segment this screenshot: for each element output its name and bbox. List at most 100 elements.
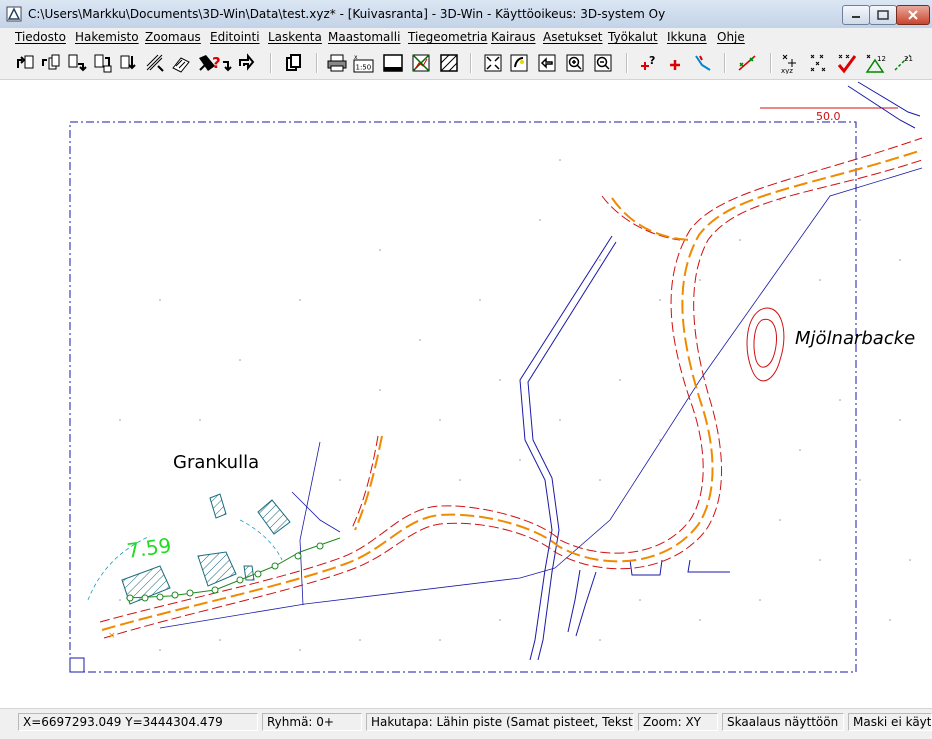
menu-ikkuna[interactable]: Ikkuna: [667, 30, 707, 44]
toolbar-separator: [470, 53, 472, 73]
hatch-edit-icon: [146, 54, 164, 72]
close-icon: [908, 10, 918, 20]
status-mask: Maski ei käytössä: [848, 713, 932, 731]
menu-bar: Tiedosto Hakemisto Zoomaus Editointi Las…: [0, 28, 932, 47]
status-coordinates: X=6697293.049 Y=3444304.479: [18, 713, 258, 731]
print-scale-button[interactable]: 1:50 x: [352, 52, 374, 74]
close-button[interactable]: [896, 5, 930, 25]
printer-icon: [327, 54, 347, 72]
scale-label: 50.0: [816, 110, 841, 123]
reverse-order-icon: 21: [894, 54, 913, 71]
print-button[interactable]: [326, 52, 348, 74]
zoom-out-icon: [594, 54, 612, 72]
arrow-left-icon: [538, 54, 556, 72]
hatch-fill-icon: [172, 57, 190, 73]
import-icon: [120, 55, 136, 70]
menu-ohje[interactable]: Ohje: [717, 30, 745, 44]
toolbar-separator: [316, 53, 318, 73]
status-bar: X=6697293.049 Y=3444304.479 Ryhmä: 0+ Ha…: [0, 708, 932, 739]
line-points-button[interactable]: [736, 52, 758, 74]
open-file-button[interactable]: [14, 52, 36, 74]
draw-line-icon: [695, 55, 711, 71]
menu-laskenta[interactable]: Laskenta: [268, 30, 322, 44]
point-marker-icon: ×: [108, 631, 116, 641]
menu-tyokalut[interactable]: Työkalut: [608, 30, 658, 44]
hatch-edit-button[interactable]: [144, 52, 166, 74]
minimize-icon: [852, 16, 860, 18]
restore-icon: [877, 10, 889, 20]
open-project-button[interactable]: [40, 52, 62, 74]
hill-contours: [746, 307, 785, 382]
map-sheet-button[interactable]: [410, 52, 432, 74]
menu-tiegeometria[interactable]: Tiegeometria: [408, 30, 487, 44]
toolbar-separator: [770, 53, 772, 73]
maximize-button[interactable]: [869, 5, 897, 25]
map-sheet-icon: [412, 54, 430, 72]
add-point-icon: ?: [641, 54, 655, 70]
hatch-fill-button[interactable]: [170, 52, 192, 74]
menu-asetukset[interactable]: Asetukset: [543, 30, 602, 44]
zoom-previous-button[interactable]: [536, 52, 558, 74]
toolbar: ? 1:50 x ? xyz 12 21: [0, 47, 932, 80]
open-file-icon: [17, 55, 34, 69]
app-icon: [6, 6, 22, 22]
zoom-extents-icon: [484, 54, 502, 72]
check-icon: [837, 54, 857, 74]
query-button[interactable]: ?: [210, 52, 232, 74]
plot-boundary: [87, 519, 283, 601]
redo-button[interactable]: [236, 52, 258, 74]
menu-zoomaus[interactable]: Zoomaus: [145, 30, 201, 44]
map-canvas[interactable]: 50.0 × Grankulla Mjölnarbacke 7.59: [0, 80, 932, 708]
toolbar-separator: [270, 53, 272, 73]
save-file-button[interactable]: [66, 52, 88, 74]
status-search-mode: Hakutapa: Lähin piste (Samat pisteet, Te…: [366, 713, 634, 731]
title-bar: C:\Users\Markku\Documents\3D-Win\Data\te…: [0, 0, 932, 29]
save-as-button[interactable]: [92, 52, 114, 74]
renumber-button[interactable]: 12: [864, 52, 886, 74]
power-line: [159, 167, 923, 629]
delete-points-button[interactable]: [808, 52, 830, 74]
plot-layout-icon: [383, 54, 403, 72]
svg-text:?: ?: [212, 54, 221, 72]
zoom-extents-button[interactable]: [482, 52, 504, 74]
xyz-points-button[interactable]: xyz: [780, 52, 802, 74]
draw-line-button[interactable]: [692, 52, 714, 74]
minimize-button[interactable]: [842, 5, 870, 25]
add-point-query-button[interactable]: ?: [638, 52, 660, 74]
reverse-order-button[interactable]: 21: [892, 52, 914, 74]
place-label-mjolnarbacke: Mjölnarbacke: [795, 328, 915, 349]
save-as-icon: [94, 54, 112, 73]
menu-tiedosto[interactable]: Tiedosto: [15, 30, 66, 44]
copy-button[interactable]: [282, 52, 304, 74]
menu-hakemisto[interactable]: Hakemisto: [75, 30, 139, 44]
status-zoom: Zoom: XY: [638, 713, 718, 731]
add-point-button[interactable]: [664, 52, 686, 74]
import-button[interactable]: [118, 52, 140, 74]
plot-layout-button[interactable]: [382, 52, 404, 74]
map-frame: [69, 121, 857, 673]
redo-icon: [239, 53, 255, 71]
menu-kairaus[interactable]: Kairaus: [491, 30, 536, 44]
toolbar-separator: [724, 53, 726, 73]
place-label-grankulla: Grankulla: [173, 452, 259, 473]
zoom-in-button[interactable]: [564, 52, 586, 74]
svg-text:?: ?: [649, 54, 655, 67]
status-scaling: Skaalaus näyttöön: [722, 713, 844, 731]
zoom-out-button[interactable]: [592, 52, 614, 74]
survey-points: [119, 159, 911, 651]
question-icon: ?: [212, 54, 232, 72]
map-drawing[interactable]: 50.0 × Grankulla Mjölnarbacke 7.59: [0, 80, 932, 708]
zoom-in-icon: [566, 54, 584, 72]
sheet-grid-button[interactable]: [438, 52, 460, 74]
menu-maastomalli[interactable]: Maastomalli: [328, 30, 400, 44]
open-project-icon: [42, 54, 60, 70]
delete-points-icon: [810, 54, 826, 72]
check-points-button[interactable]: [836, 52, 858, 74]
zoom-window-button[interactable]: [508, 52, 530, 74]
xyz-icon: xyz: [781, 54, 796, 74]
copy-icon: [286, 54, 301, 71]
menu-editointi[interactable]: Editointi: [210, 30, 260, 44]
sheet-grid-icon: [440, 54, 458, 72]
scale-icon-label: 1:50: [356, 64, 372, 72]
scale-icon: 1:50 x: [353, 54, 374, 73]
